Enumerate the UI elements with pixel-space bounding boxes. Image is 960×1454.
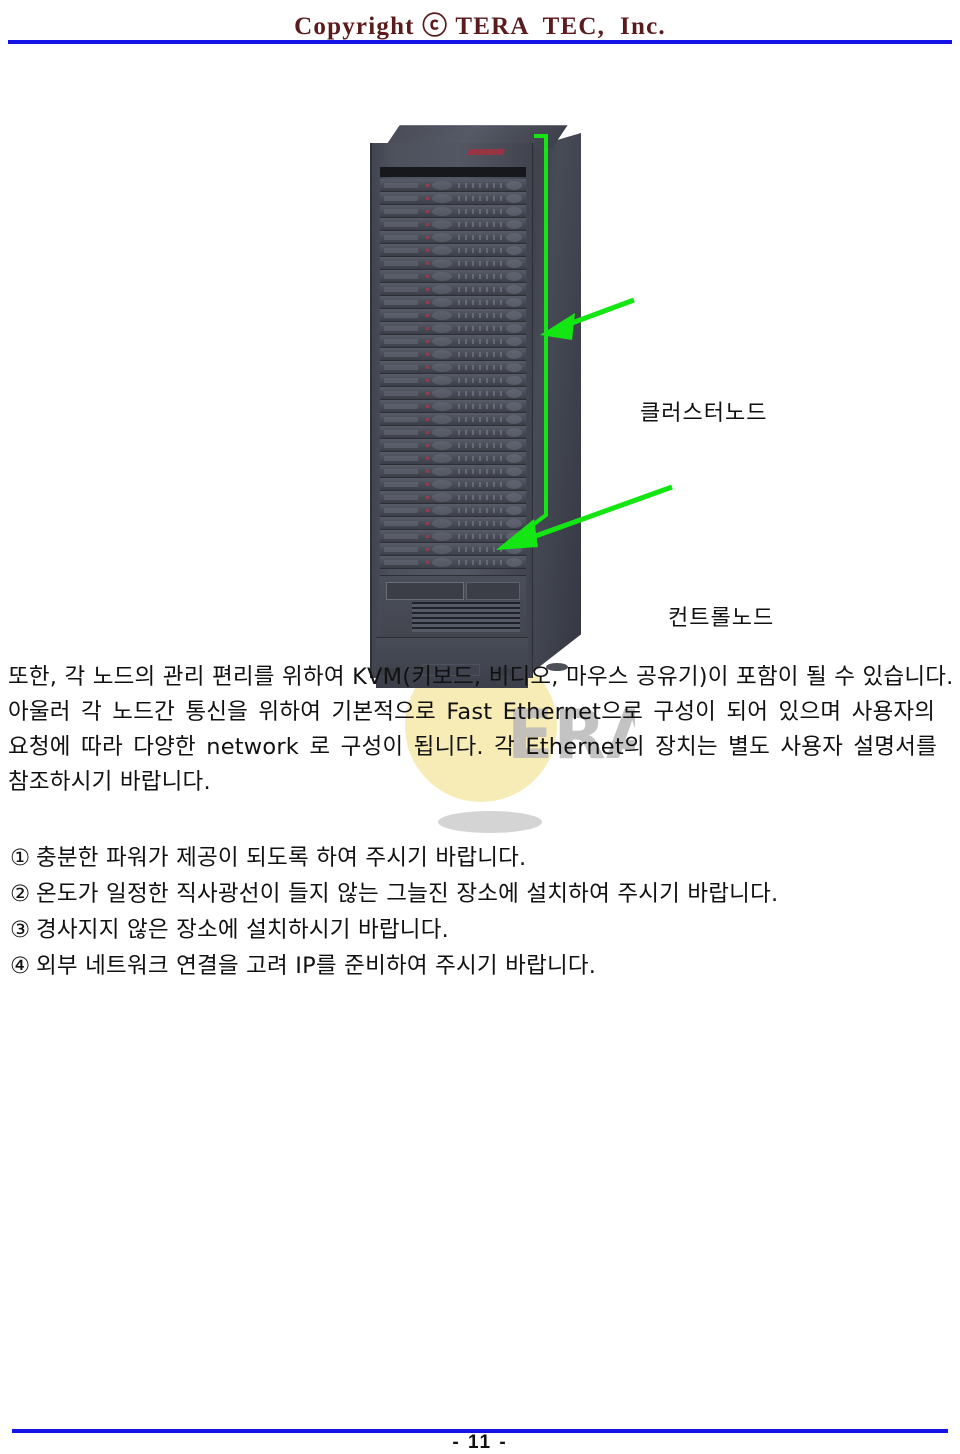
list-item-label: 온도가 일정한 직사광선이 들지 않는 그늘진 장소에 설치하여 주시기 바랍니… <box>36 881 779 907</box>
page-number: - 11 - <box>452 1432 508 1453</box>
body-line: 참조하시기 바랍니다. <box>8 769 211 795</box>
list-item: ③ 경사지지 않은 장소에 설치하시기 바랍니다. <box>0 912 960 948</box>
control-node-arrow-shaft <box>529 484 673 541</box>
list-item-marker: ④ <box>10 953 31 979</box>
callout-label-control-node: 컨트롤노드 <box>668 606 775 631</box>
list-item-label: 충분한 파워가 제공이 되도록 하여 주시기 바랍니다. <box>36 845 527 871</box>
body-line: 또한, 각 노드의 관리 편리를 위하여 KVM(키보드, 비디오, 마우스 공… <box>8 664 954 690</box>
callout-overlay <box>496 134 673 550</box>
body-line: 요청에 따라 다양한 network 로 구성이 됩니다. 각 Ethernet… <box>8 734 937 760</box>
list-item-marker: ② <box>10 881 31 907</box>
installation-notice-list: ① 충분한 파워가 제공이 되도록 하여 주시기 바랍니다. ② 온도가 일정한 직… <box>0 840 960 984</box>
list-item-marker: ③ <box>10 917 31 943</box>
header-divider <box>8 40 952 44</box>
callout-label-cluster-node: 클러스터노드 <box>640 401 768 426</box>
body-paragraph: 또한, 각 노드의 관리 편리를 위하여 KVM(키보드, 비디오, 마우스 공… <box>0 660 960 800</box>
list-item: ④ 외부 네트워크 연결을 고려 IP를 준비하여 주시기 바랍니다. <box>0 948 960 984</box>
body-line: 아울러 각 노드간 통신을 위하여 기본적으로 Fast Ethernet으로 … <box>8 699 936 725</box>
control-node-arrow-head <box>496 519 538 550</box>
figure-server-rack: ERA 클러스터노드 컨트롤노드 <box>0 95 960 833</box>
list-item: ② 온도가 일정한 직사광선이 들지 않는 그늘진 장소에 설치하여 주시기 바랍… <box>0 876 960 912</box>
list-item-label: 경사지지 않은 장소에 설치하시기 바랍니다. <box>36 917 449 943</box>
list-item: ① 충분한 파워가 제공이 되도록 하여 주시기 바랍니다. <box>0 840 960 876</box>
callout-leader-line <box>528 134 548 529</box>
page-title: Copyright ⓒ TERA TEC, Inc. <box>294 13 666 40</box>
list-item-marker: ① <box>10 845 31 871</box>
list-item-label: 외부 네트워크 연결을 고려 IP를 준비하여 주시기 바랍니다. <box>36 953 597 979</box>
